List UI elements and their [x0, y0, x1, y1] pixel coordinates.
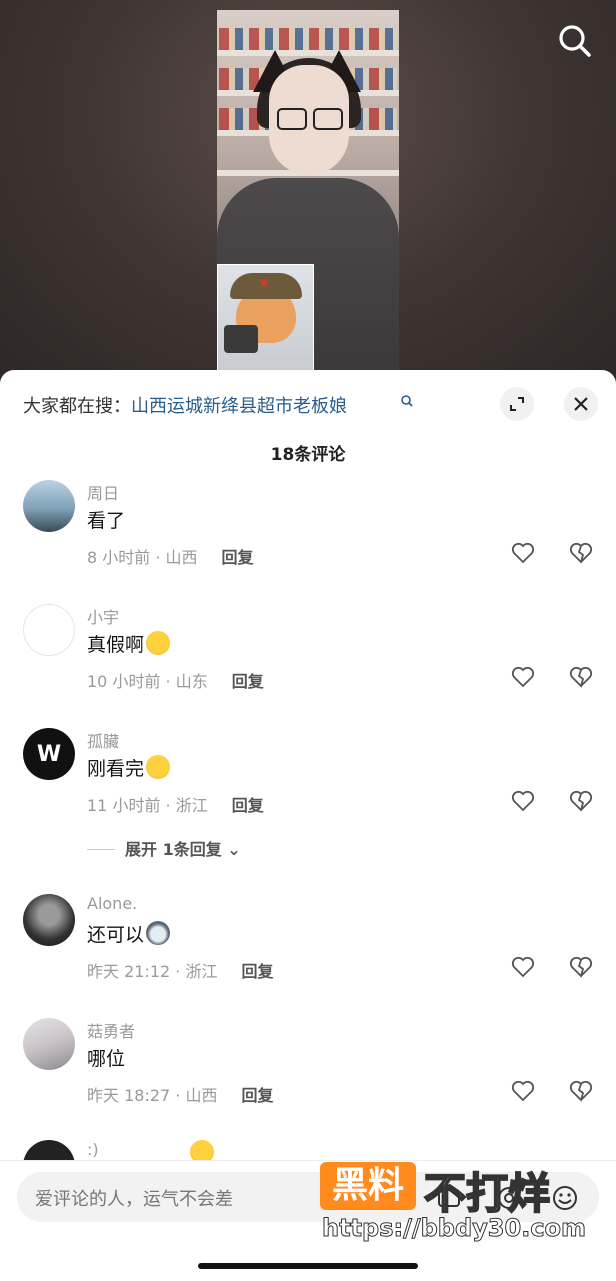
heart-icon[interactable]: [510, 540, 536, 566]
expand-replies-label: 展开 1条回复: [125, 840, 222, 859]
comment-meta: 11 小时前 · 浙江 回复: [87, 792, 264, 816]
expand-icon: [510, 397, 524, 411]
close-icon: [574, 397, 588, 411]
comment-meta: 昨天 18:27 · 山西 回复: [87, 1082, 273, 1106]
avatar[interactable]: [23, 894, 75, 946]
comment-author[interactable]: 孤臟: [87, 728, 119, 752]
comment-text: 还可以: [87, 920, 171, 947]
comment-time-location: 11 小时前 · 浙江: [87, 796, 208, 815]
broken-heart-icon[interactable]: [568, 1078, 594, 1104]
comment-text: 刚看完: [87, 754, 171, 781]
broken-heart-icon[interactable]: [568, 664, 594, 690]
comment-author[interactable]: :): [87, 1140, 99, 1159]
comment-author[interactable]: Alone.: [87, 894, 137, 913]
reply-button[interactable]: 回复: [222, 548, 254, 567]
shelf-products: [219, 28, 397, 50]
shelf: [217, 50, 399, 56]
comment-text-value: 刚看完: [87, 758, 145, 780]
avatar[interactable]: [23, 480, 75, 532]
comment-text: 看了: [87, 510, 126, 532]
watermark-text: 不打烊: [423, 1168, 551, 1219]
crying-laughing-emoji-icon: [146, 631, 171, 655]
reply-button[interactable]: 回复: [241, 1086, 273, 1105]
expand-replies-button[interactable]: 展开 1条回复 ⌄: [87, 836, 241, 860]
comment-author[interactable]: 小宇: [87, 604, 119, 628]
comment-text: 哪位: [87, 1048, 126, 1070]
search-icon[interactable]: [556, 22, 594, 60]
comment-meta: 8 小时前 · 山西 回复: [87, 544, 254, 568]
comment-text-value: 真假啊: [87, 634, 145, 656]
comment-sheet: 大家都在搜：山西运城新绛县超市老板娘 18条评论 周日 看了 8 小时前 · 山…: [0, 370, 616, 1280]
comment-text-value: 还可以: [87, 924, 145, 946]
comment-meta: 10 小时前 · 山东 回复: [87, 668, 264, 692]
glasses: [313, 108, 343, 130]
heart-icon[interactable]: [510, 1078, 536, 1104]
broken-heart-icon[interactable]: [568, 954, 594, 980]
toy-gun: [224, 325, 258, 353]
close-button[interactable]: [564, 387, 598, 421]
broken-heart-icon[interactable]: [568, 788, 594, 814]
comment-author[interactable]: 菇勇者: [87, 1018, 135, 1042]
comment-meta: 昨天 21:12 · 浙江 回复: [87, 958, 273, 982]
trending-search[interactable]: 大家都在搜：山西运城新绛县超市老板娘: [23, 392, 347, 418]
picture-in-picture[interactable]: ★: [217, 264, 314, 372]
comment-input-placeholder: 爱评论的人，运气不会差: [35, 1189, 233, 1210]
husky-emoji-icon: [146, 921, 171, 945]
heart-icon[interactable]: [510, 954, 536, 980]
watermark-logo-box: 黑料: [320, 1162, 416, 1210]
expand-button[interactable]: [500, 387, 534, 421]
comment-time-location: 10 小时前 · 山东: [87, 672, 208, 691]
glasses: [277, 108, 307, 130]
watermark-url: https://bbdy30.com: [321, 1214, 587, 1243]
trending-prefix: 大家都在搜：: [23, 396, 131, 417]
emoji-icon[interactable]: [551, 1184, 579, 1212]
avatar[interactable]: [23, 1018, 75, 1070]
comment-count: 18条评论: [270, 445, 346, 465]
comment-time-location: 昨天 18:27 · 山西: [87, 1086, 218, 1105]
reply-button[interactable]: 回复: [241, 962, 273, 981]
video-background[interactable]: ★: [0, 0, 616, 380]
reply-button[interactable]: 回复: [232, 672, 264, 691]
chevron-down-icon: ⌄: [227, 840, 241, 859]
heart-icon[interactable]: [510, 664, 536, 690]
broken-heart-icon[interactable]: [568, 540, 594, 566]
avatar[interactable]: W: [23, 728, 75, 780]
star-badge-icon: ★: [258, 275, 271, 291]
comment-author[interactable]: 周日: [87, 480, 119, 504]
trending-query-link[interactable]: 山西运城新绛县超市老板娘: [131, 396, 347, 417]
divider-line: [87, 849, 115, 850]
reply-button[interactable]: 回复: [232, 796, 264, 815]
home-indicator[interactable]: [198, 1263, 418, 1269]
avatar[interactable]: [23, 604, 75, 656]
search-small-icon: [401, 395, 413, 407]
comment-text: 真假啊: [87, 630, 171, 657]
heart-icon[interactable]: [510, 788, 536, 814]
comment-time-location: 昨天 21:12 · 浙江: [87, 962, 218, 981]
crying-laughing-emoji-icon: [146, 755, 171, 779]
comment-time-location: 8 小时前 · 山西: [87, 548, 198, 567]
